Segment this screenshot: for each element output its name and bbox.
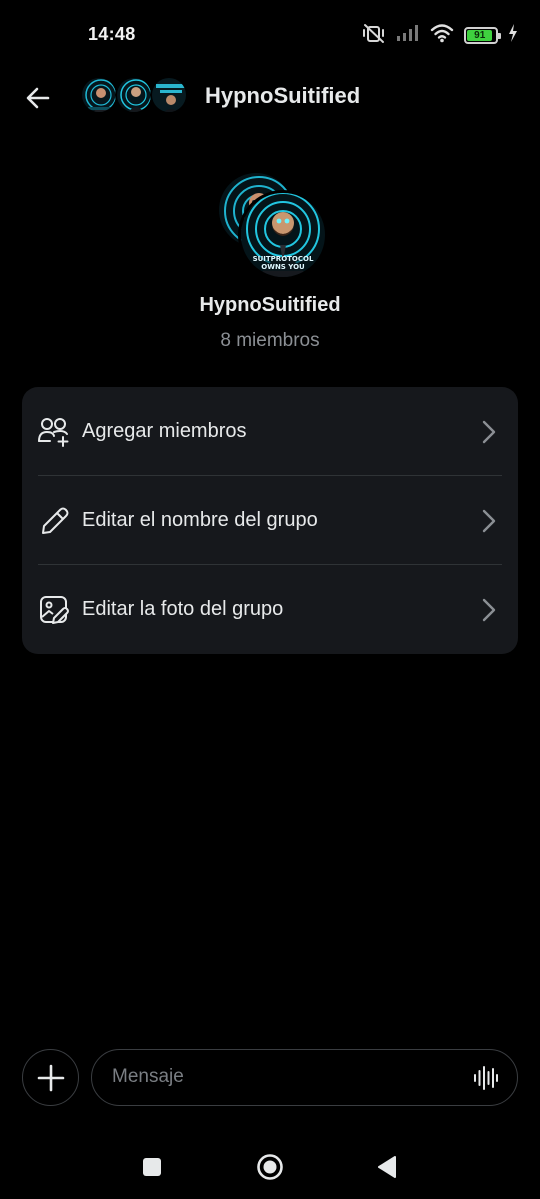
battery-level: 91 xyxy=(467,29,493,41)
group-options-card: Agregar miembros Editar el nombre del gr… xyxy=(22,387,518,654)
edit-group-name-item[interactable]: Editar el nombre del grupo xyxy=(22,476,518,565)
add-members-label: Agregar miembros xyxy=(82,420,247,442)
member-avatar xyxy=(80,76,118,114)
message-composer xyxy=(91,1049,518,1106)
header-avatar-stack[interactable] xyxy=(80,76,188,116)
avatar-caption-line2: OWNS YOU xyxy=(261,263,305,271)
recents-button[interactable] xyxy=(137,1152,167,1182)
back-nav-button[interactable] xyxy=(373,1152,403,1182)
avatar-caption: SUITPROTOCOL OWNS YOU xyxy=(241,255,325,271)
triangle-back-icon xyxy=(378,1156,396,1178)
charging-icon xyxy=(508,23,518,47)
back-button[interactable] xyxy=(18,78,58,118)
add-member-icon xyxy=(38,418,69,447)
edit-group-name-label: Editar el nombre del grupo xyxy=(82,509,318,531)
screen: 14:48 91 HypnoSuitified SUITPROTOCOL OWN… xyxy=(0,0,540,1199)
system-nav-bar xyxy=(0,1140,540,1199)
home-button[interactable] xyxy=(255,1152,285,1182)
group-name: HypnoSuitified xyxy=(199,294,341,316)
group-member-count[interactable]: 8 miembros xyxy=(0,330,540,352)
wifi-icon xyxy=(430,23,454,48)
plus-icon xyxy=(37,1064,64,1091)
status-bar: 14:48 91 xyxy=(0,0,540,70)
edit-photo-icon xyxy=(40,596,69,624)
pencil-icon xyxy=(42,507,69,534)
status-icons: 91 xyxy=(362,22,518,48)
chevron-right-icon xyxy=(482,598,496,622)
conversation-header: HypnoSuitified xyxy=(0,70,540,124)
edit-group-photo-item[interactable]: Editar la foto del grupo xyxy=(22,565,518,654)
mute-vibrate-icon xyxy=(362,22,386,49)
chevron-right-icon xyxy=(482,509,496,533)
chevron-right-icon xyxy=(482,420,496,444)
member-avatar xyxy=(150,76,188,114)
edit-group-photo-label: Editar la foto del grupo xyxy=(82,598,284,620)
add-members-item[interactable]: Agregar miembros xyxy=(22,387,518,476)
member-avatar xyxy=(115,76,153,114)
message-input[interactable] xyxy=(112,1050,462,1104)
square-icon xyxy=(143,1158,161,1176)
voice-wave-icon[interactable] xyxy=(473,1065,499,1091)
header-title[interactable]: HypnoSuitified xyxy=(205,83,360,109)
avatar-caption-line1: SUITPROTOCOL xyxy=(252,255,314,263)
signal-icon xyxy=(396,24,420,47)
home-circle-icon xyxy=(257,1154,283,1180)
battery-icon: 91 xyxy=(464,26,501,44)
status-time: 14:48 xyxy=(88,24,136,44)
group-avatar[interactable]: SUITPROTOCOL OWNS YOU xyxy=(216,170,328,282)
attach-button[interactable] xyxy=(22,1049,79,1106)
arrow-left-icon xyxy=(26,87,50,109)
group-avatar-front: SUITPROTOCOL OWNS YOU xyxy=(238,190,328,280)
